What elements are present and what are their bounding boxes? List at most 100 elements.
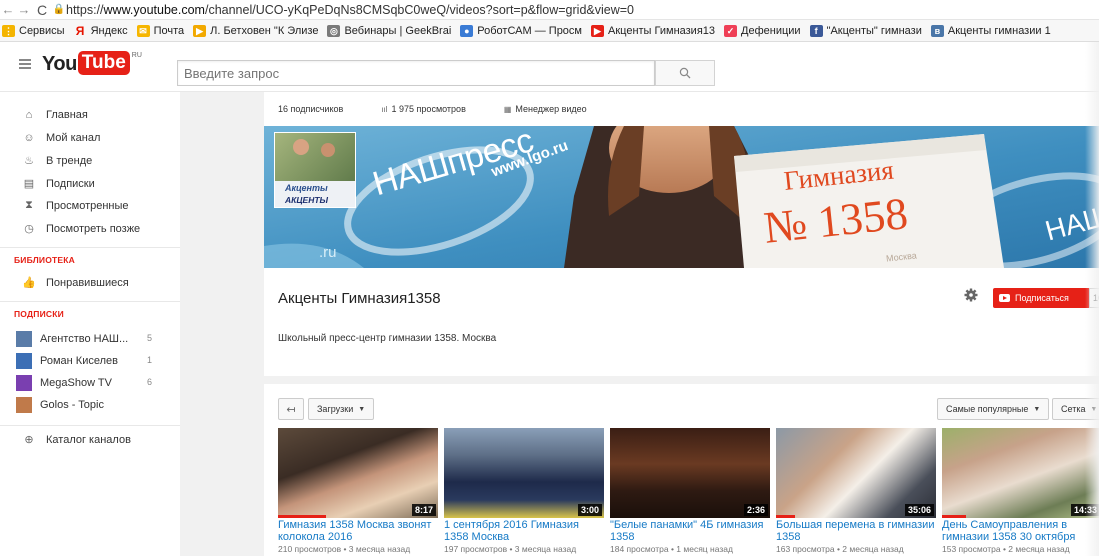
channel-page: 16 подписчиков ııl 1 975 просмотров ▦ Менедж… <box>264 92 1099 556</box>
play-icon: ▶ <box>193 24 207 37</box>
video-title-link[interactable]: Большая перемена в гимназии 1358 <box>776 519 936 543</box>
video-card[interactable]: 35:06 Большая перемена в гимназии 1358 163… <box>776 428 936 554</box>
search-icon <box>679 67 691 79</box>
thumbs-up-icon: 👍 <box>22 277 36 289</box>
bookmark-item[interactable]: ▶ Акценты Гимназия13 <box>591 24 715 37</box>
sidebar-item-home[interactable]: ⌂ Главная <box>22 109 88 121</box>
video-manager-icon: ▦ <box>503 104 512 114</box>
video-title-link[interactable]: День Самоуправления в гимназии 1358 30 о… <box>942 519 1099 543</box>
sort-dropdown[interactable]: Самые популярные ▼ <box>937 398 1050 420</box>
bookmark-item[interactable]: Я Яндекс <box>74 25 128 37</box>
facebook-icon: f <box>809 24 823 37</box>
uploads-dropdown[interactable]: Загрузки ▼ <box>308 398 375 420</box>
youtube-icon: ▶ <box>591 24 604 37</box>
gear-icon[interactable] <box>964 288 978 305</box>
reload-icon[interactable]: C <box>32 2 52 18</box>
sidebar-item-label: В тренде <box>46 154 93 167</box>
subscription-new-count: 1 <box>147 355 153 365</box>
search-box <box>177 60 655 86</box>
bookmark-item[interactable]: ✓ Дефениции <box>724 24 801 37</box>
bookmark-item[interactable]: f "Акценты" гимнази <box>809 24 922 37</box>
video-title-link[interactable]: 1 сентября 2016 Гимназия 1358 Москва <box>444 519 604 543</box>
address-url[interactable]: https://www.youtube.com/channel/UCO-yKqP… <box>66 3 634 17</box>
bookmark-label: Л. Бетховен "К Элизе <box>210 24 319 37</box>
back-arrow-button[interactable]: ↤ <box>278 398 304 420</box>
back-arrow-icon[interactable]: ← <box>0 2 16 17</box>
video-title-link[interactable]: "Белые панамки" 4Б гимназия 1358 <box>610 519 770 543</box>
channel-avatar <box>16 375 32 391</box>
video-duration: 35:06 <box>904 504 934 516</box>
menu-icon[interactable] <box>19 59 31 69</box>
watch-progress-bar <box>776 515 796 518</box>
mail-icon: ✉ <box>136 24 150 37</box>
video-title-link[interactable]: Гимназия 1358 Москва звонят колокола 201… <box>278 519 438 543</box>
bookmark-label: Почта <box>153 24 185 37</box>
library-heading: БИБЛИОТЕКА <box>14 255 75 265</box>
sidebar-item-subscriptions[interactable]: ▤ Подписки <box>22 177 95 191</box>
sidebar-item-label: Подписки <box>46 177 95 190</box>
sidebar-divider <box>0 247 180 248</box>
logo-you-text: You <box>42 53 77 75</box>
subscription-item[interactable]: Golos - Topic <box>16 397 104 413</box>
video-card[interactable]: 2:36 "Белые панамки" 4Б гимназия 1358 184 … <box>610 428 770 554</box>
subscription-label: MegaShow TV <box>40 377 112 389</box>
caret-down-icon: ▼ <box>358 405 366 413</box>
subscription-new-count: 5 <box>147 333 153 343</box>
bookmark-item[interactable]: ✉ Почта <box>136 24 185 37</box>
channel-header: Акценты Гимназия1358 Подписаться 16 Школ… <box>264 268 1099 376</box>
stat-label: 16 подписчиков <box>278 104 344 114</box>
video-thumbnail[interactable]: 35:06 <box>776 428 936 518</box>
back-arrow-icon: ↤ <box>286 403 296 416</box>
bookmark-item[interactable]: в Акценты гимназии 1 <box>930 24 1051 37</box>
bookmark-label: Яндекс <box>90 24 128 37</box>
yandex-icon: Я <box>75 23 85 38</box>
view-label: Сетка <box>1061 404 1086 414</box>
sidebar-item-label: Просмотренные <box>46 199 129 212</box>
robot-icon: ● <box>460 24 474 37</box>
video-manager-link[interactable]: ▦ Менеджер видео <box>504 104 587 114</box>
subscription-label: Golos - Topic <box>40 399 104 411</box>
subscribe-button[interactable]: Подписаться <box>993 288 1089 308</box>
bookmark-label: "Акценты" гимнази <box>826 24 922 37</box>
bookmark-item[interactable]: ▶ Л. Бетховен "К Элизе <box>193 24 319 37</box>
view-dropdown[interactable]: Сетка ▼ <box>1052 398 1099 420</box>
video-thumbnail[interactable]: 2:36 <box>610 428 770 518</box>
url-scheme: https:// <box>66 2 104 17</box>
bookmark-item[interactable]: ◎ Вебинары | GeekBrai <box>327 24 452 37</box>
video-thumbnail[interactable]: 8:17 <box>278 428 438 518</box>
video-thumbnail[interactable]: 14:33 <box>942 428 1099 518</box>
video-card[interactable]: 14:33 День Самоуправления в гимназии 1358… <box>942 428 1099 554</box>
channel-title: Акценты Гимназия1358 <box>278 290 441 307</box>
bookmark-label: Вебинары | GeekBrai <box>344 24 452 37</box>
bookmark-label: Акценты гимназии 1 <box>947 24 1051 37</box>
bookmark-item[interactable]: ⋮ Сервисы <box>2 24 65 37</box>
bookmark-item[interactable]: ● РоботСАМ — Просм <box>460 24 582 37</box>
subscription-label: Роман Киселев <box>40 355 118 367</box>
sidebar-item-liked[interactable]: 👍 Понравившиеся <box>22 276 129 290</box>
subscription-item[interactable]: Роман Киселев <box>16 353 118 369</box>
sidebar-item-watch-later[interactable]: ◷ Посмотреть позже <box>22 222 140 236</box>
youtube-logo[interactable]: You Tube RU <box>42 51 142 77</box>
subscription-item[interactable]: Агентство НАШ... <box>16 331 128 347</box>
globe-icon: ◎ <box>327 24 341 37</box>
video-meta: 210 просмотров • 3 месяца назад <box>278 544 411 554</box>
search-input[interactable] <box>178 61 654 85</box>
video-card[interactable]: 3:00 1 сентября 2016 Гимназия 1358 Москва… <box>444 428 604 554</box>
banner-ru-text: .ru <box>319 244 337 261</box>
search-button[interactable] <box>655 60 715 86</box>
sidebar-divider <box>0 301 180 302</box>
sidebar-item-label: Главная <box>46 109 88 121</box>
sidebar-item-history[interactable]: ⧗ Просмотренные <box>22 199 129 212</box>
subscriptions-heading: ПОДПИСКИ <box>14 309 64 319</box>
video-thumbnail[interactable]: 3:00 <box>444 428 604 518</box>
forward-arrow-icon[interactable]: → <box>16 2 32 17</box>
sidebar-item-trending[interactable]: ♨ В тренде <box>22 154 93 168</box>
apps-icon: ⋮ <box>2 24 15 37</box>
channel-description: Школьный пресс-центр гимназии 1358. Моск… <box>278 333 497 344</box>
subscription-item[interactable]: MegaShow TV <box>16 375 112 391</box>
video-card[interactable]: 8:17 Гимназия 1358 Москва звонят колокола… <box>278 428 438 554</box>
watch-progress-bar <box>942 515 966 518</box>
sidebar-item-channel-catalog[interactable]: ⊕ Каталог каналов <box>22 433 131 447</box>
sidebar-item-account[interactable]: ☺ Мой канал <box>22 132 100 144</box>
channel-stats-bar: 16 подписчиков ııl 1 975 просмотров ▦ Менедж… <box>264 92 1099 126</box>
